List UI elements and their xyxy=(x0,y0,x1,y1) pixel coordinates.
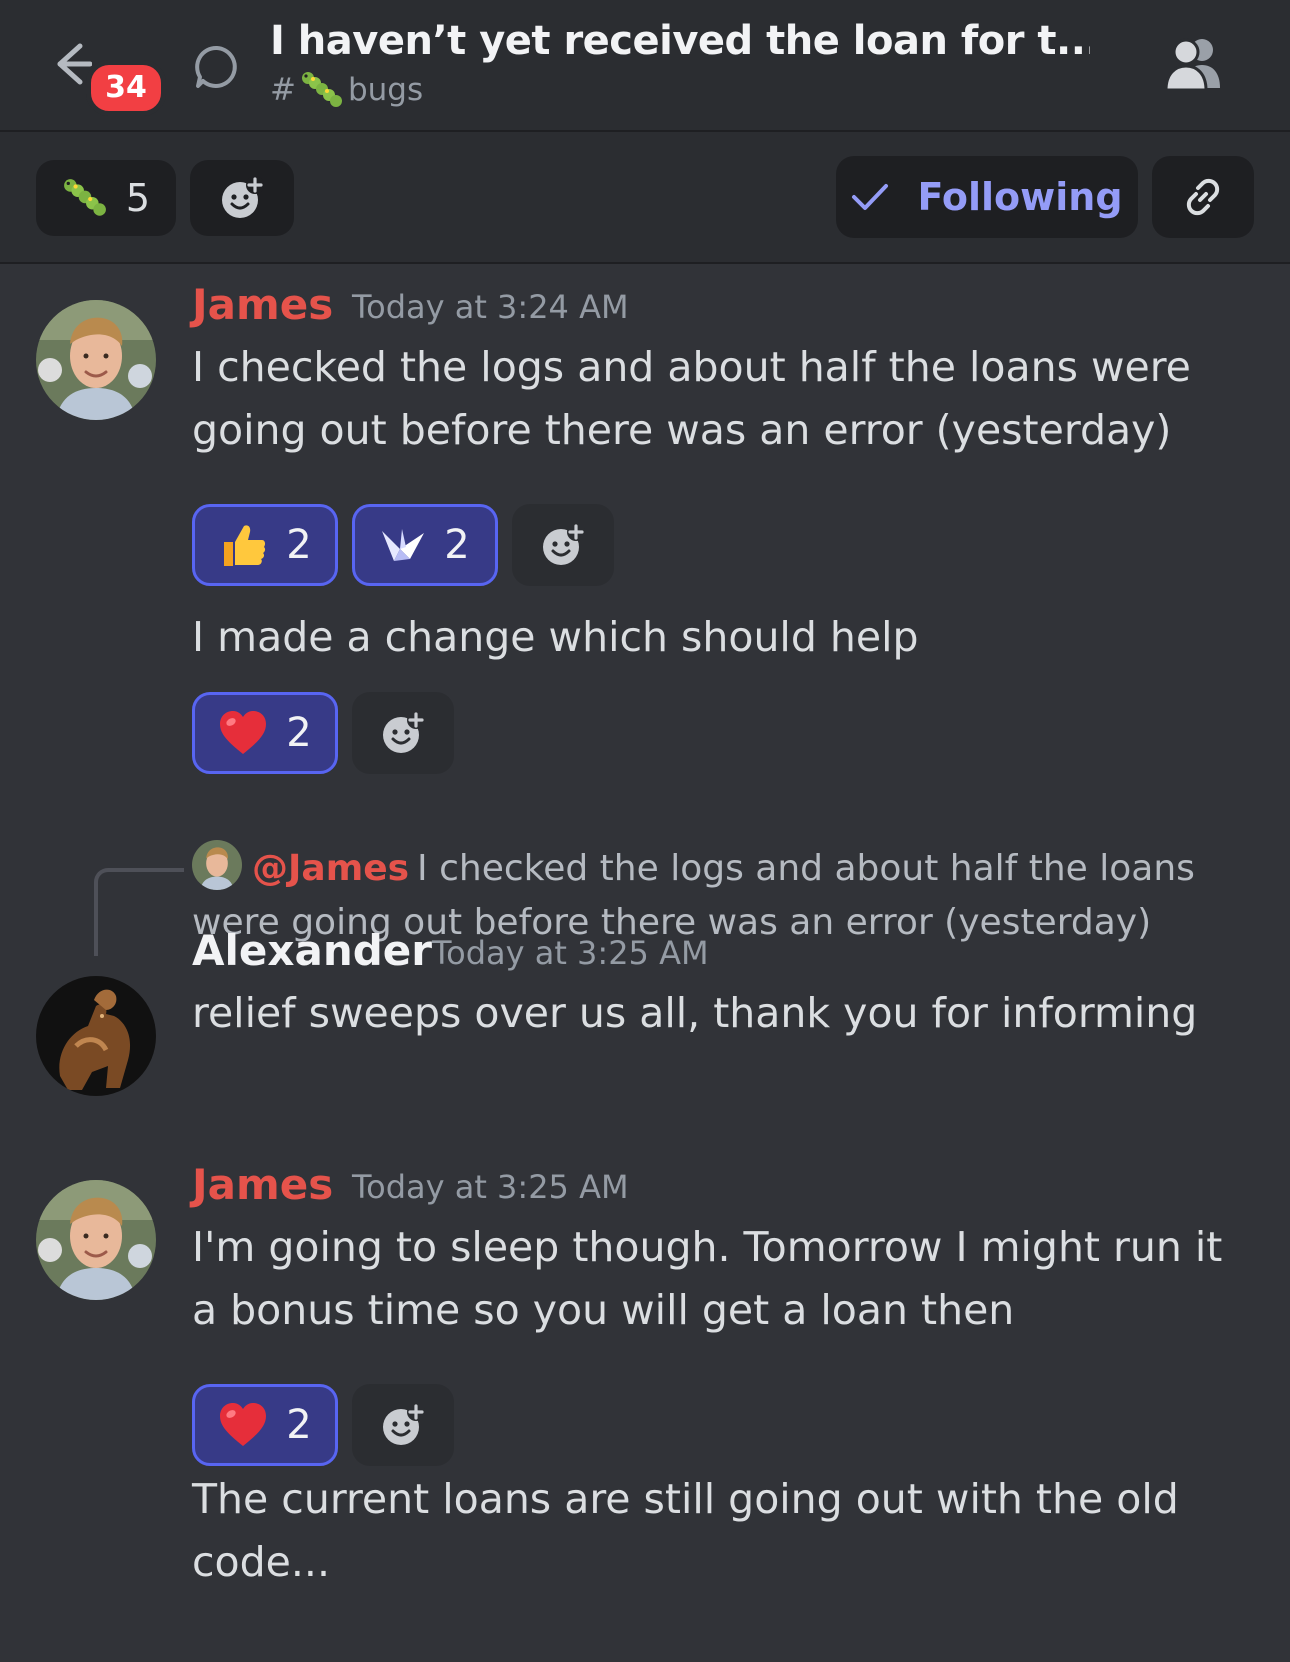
message-timestamp: Today at 3:24 AM xyxy=(352,288,629,326)
add-reaction-button[interactable] xyxy=(352,692,454,774)
message-text: relief sweeps over us all, thank you for… xyxy=(192,989,1198,1037)
reply-mention[interactable]: @James xyxy=(252,848,409,889)
reaction-count: 2 xyxy=(286,1402,312,1448)
channel-label[interactable]: # bugs xyxy=(270,70,423,110)
avatar[interactable] xyxy=(36,976,156,1096)
unread-badge: 34 xyxy=(86,60,166,116)
avatar[interactable] xyxy=(36,300,156,420)
following-button[interactable]: Following xyxy=(836,156,1138,238)
reply-avatar xyxy=(192,840,242,890)
crane-icon xyxy=(382,529,425,561)
reply-connector xyxy=(94,868,184,956)
thumbs-up-icon xyxy=(224,525,266,566)
reaction-heart[interactable]: 2 xyxy=(192,692,338,774)
channel-name: bugs xyxy=(347,72,424,108)
reaction-thumbs-up[interactable]: 2 xyxy=(192,504,338,586)
reaction-bar: 2 xyxy=(192,1384,454,1466)
add-reaction-icon xyxy=(383,711,425,753)
reaction-crane[interactable]: 2 xyxy=(352,504,498,586)
message-author[interactable]: James xyxy=(192,280,333,329)
reaction-bar: 2 2 xyxy=(192,504,614,586)
thread-header: 34 I haven’t yet received the loan for t… xyxy=(0,0,1290,132)
members-icon[interactable] xyxy=(1164,36,1228,92)
add-reaction-icon xyxy=(222,176,264,218)
add-reaction-icon xyxy=(543,523,585,565)
back-button[interactable]: 34 xyxy=(52,38,166,116)
message-list: James Today at 3:24 AM I checked the log… xyxy=(0,264,1290,1662)
add-reaction-button[interactable] xyxy=(190,160,294,236)
avatar-alexander xyxy=(36,976,156,1096)
add-reaction-button[interactable] xyxy=(512,504,614,586)
message-author[interactable]: James xyxy=(192,1160,333,1209)
avatar-james xyxy=(36,1180,156,1300)
heart-icon xyxy=(220,711,267,754)
thread-icon xyxy=(195,46,237,88)
message-text: I'm going to sleep though. Tomorrow I mi… xyxy=(192,1223,1223,1334)
reaction-heart[interactable]: 2 xyxy=(192,1384,338,1466)
following-label: Following xyxy=(917,175,1123,219)
message-timestamp: Today at 3:25 AM xyxy=(432,934,709,972)
avatar-james xyxy=(36,300,156,420)
copy-link-button[interactable] xyxy=(1152,156,1254,238)
reaction-bar: 2 xyxy=(192,692,454,774)
thread-title[interactable]: I haven’t yet received the loan for t... xyxy=(270,18,1090,64)
add-reaction-button[interactable] xyxy=(352,1384,454,1466)
channel-hash: # xyxy=(270,72,296,108)
tag-button[interactable]: 5 xyxy=(36,160,176,236)
reaction-count: 2 xyxy=(286,710,312,756)
thread-toolbar: 5 Following xyxy=(0,132,1290,264)
heart-icon xyxy=(220,1403,267,1446)
caterpillar-icon xyxy=(301,72,342,107)
message-text: I made a change which should help xyxy=(192,613,919,661)
reaction-count: 2 xyxy=(286,522,312,568)
caterpillar-icon xyxy=(63,179,106,216)
avatar[interactable] xyxy=(36,1180,156,1300)
message-author[interactable]: Alexander xyxy=(192,926,432,975)
checkmark-icon xyxy=(852,184,889,210)
add-reaction-icon xyxy=(383,1403,425,1445)
message-text: I checked the logs and about half the lo… xyxy=(192,343,1191,454)
message-text: The current loans are still going out wi… xyxy=(192,1475,1179,1586)
reaction-count: 2 xyxy=(444,522,470,568)
message-timestamp: Today at 3:25 AM xyxy=(352,1168,629,1206)
link-icon xyxy=(1186,178,1220,216)
tag-count: 5 xyxy=(125,176,151,220)
